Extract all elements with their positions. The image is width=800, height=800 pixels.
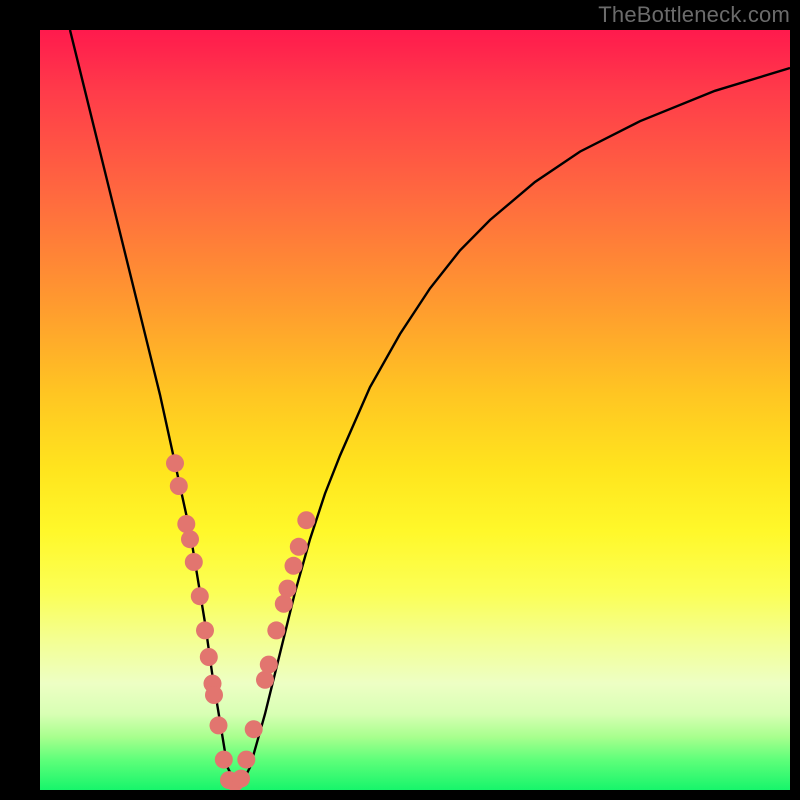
data-dot <box>185 553 203 571</box>
data-dot <box>177 515 195 533</box>
bottleneck-curve <box>70 30 790 782</box>
data-dot <box>181 530 199 548</box>
data-dot <box>200 648 218 666</box>
data-dot <box>196 621 214 639</box>
data-dot <box>170 477 188 495</box>
data-dot <box>267 621 285 639</box>
data-dot <box>237 751 255 769</box>
data-dot <box>210 716 228 734</box>
data-dot <box>256 671 274 689</box>
data-dot <box>245 720 263 738</box>
watermark-text: TheBottleneck.com <box>598 2 790 28</box>
data-dot <box>290 538 308 556</box>
data-dot <box>279 580 297 598</box>
data-dot <box>166 454 184 472</box>
chart-svg <box>40 30 790 790</box>
outer-frame: TheBottleneck.com <box>0 0 800 800</box>
plot-area <box>40 30 790 790</box>
data-dot <box>232 770 250 788</box>
data-dot <box>260 656 278 674</box>
data-dot <box>275 595 293 613</box>
data-dot <box>297 511 315 529</box>
data-dot <box>191 587 209 605</box>
data-dot <box>285 557 303 575</box>
data-dot <box>215 751 233 769</box>
data-dots <box>166 454 315 790</box>
data-dot <box>205 686 223 704</box>
